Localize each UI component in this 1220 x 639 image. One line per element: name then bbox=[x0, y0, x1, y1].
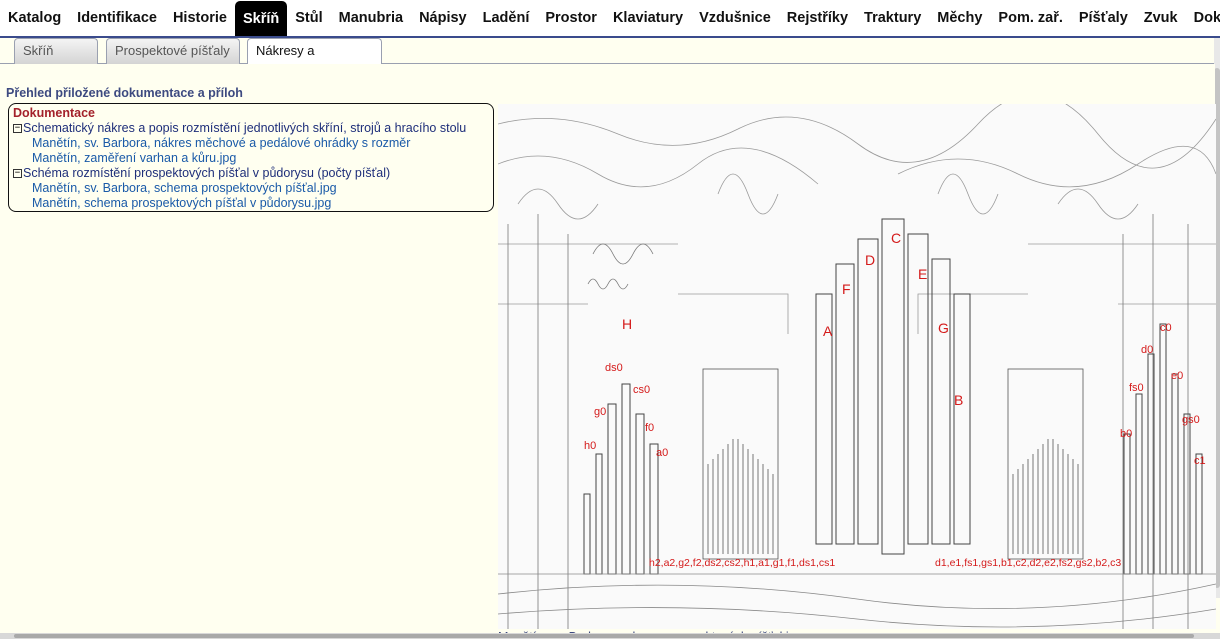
nav-item-traktury[interactable]: Traktury bbox=[856, 1, 929, 35]
pipe-label-b0: b0 bbox=[1120, 428, 1132, 440]
pipe-label-cs0: cs0 bbox=[633, 384, 650, 396]
doc-link[interactable]: Manětín, sv. Barbora, schema prospektový… bbox=[13, 181, 489, 196]
content-area: Přehled přiložené dokumentace a příloh D… bbox=[0, 64, 1216, 639]
pipe-label-b: B bbox=[954, 392, 963, 408]
doc-group-label: Schéma rozmístění prospektových píšťal v… bbox=[23, 166, 391, 180]
doc-group-label: Schematický nákres a popis rozmístění je… bbox=[23, 121, 467, 135]
pipe-label-h: H bbox=[622, 316, 632, 332]
pipe-label-c: C bbox=[891, 230, 901, 246]
nav-item-vzdusnice[interactable]: Vzdušnice bbox=[691, 1, 779, 35]
pipe-label-c1: c1 bbox=[1194, 455, 1206, 467]
tab-prospektove-pistaly[interactable]: Prospektové píšťaly bbox=[106, 38, 240, 64]
nav-item-dokumentace[interactable]: Dokume bbox=[1186, 1, 1220, 35]
doc-group-pipe-layout[interactable]: − Schéma rozmístění prospektových píšťal… bbox=[13, 166, 489, 181]
doc-link[interactable]: Manětín, sv. Barbora, nákres měchové a p… bbox=[13, 136, 489, 151]
horizontal-scrollbar[interactable] bbox=[0, 633, 1220, 639]
tab-skrin[interactable]: Skříň bbox=[14, 38, 98, 64]
main-navigation: Katalog Identifikace Historie Skříň Stůl… bbox=[0, 0, 1220, 38]
nav-item-napisy[interactable]: Nápisy bbox=[411, 1, 475, 35]
pipe-label-d0: d0 bbox=[1141, 344, 1153, 356]
nav-item-ladeni[interactable]: Ladění bbox=[475, 1, 538, 35]
pipe-series-right: d1,e1,fs1,gs1,b1,c2,d2,e2,fs2,gs2,b2,c3 bbox=[935, 557, 1121, 569]
collapse-icon[interactable]: − bbox=[13, 124, 22, 133]
pipe-label-ds0: ds0 bbox=[605, 362, 623, 374]
organ-sketch-image: A B C D E F G H ds0 cs0 g0 f0 h0 a0 c0 d… bbox=[498, 104, 1216, 629]
pipe-label-d: D bbox=[865, 252, 875, 268]
collapse-icon[interactable]: − bbox=[13, 169, 22, 178]
subtab-bar: Skříň Prospektové píšťaly Nákresy a sché… bbox=[0, 38, 1215, 82]
image-preview[interactable]: A B C D E F G H ds0 cs0 g0 f0 h0 a0 c0 d… bbox=[498, 104, 1216, 629]
pipe-series-left: h2,a2,g2,f2,ds2,cs2,h1,a1,g1,f1,ds1,cs1 bbox=[649, 557, 835, 569]
nav-item-klaviatury[interactable]: Klaviatury bbox=[605, 1, 691, 35]
doc-group-schematic[interactable]: − Schematický nákres a popis rozmístění … bbox=[13, 121, 489, 136]
nav-item-prostor[interactable]: Prostor bbox=[537, 1, 605, 35]
nav-item-mechy[interactable]: Měchy bbox=[929, 1, 990, 35]
pipe-label-f: F bbox=[842, 281, 851, 297]
documentation-heading: Dokumentace bbox=[13, 106, 95, 120]
pipe-label-e: E bbox=[918, 266, 927, 282]
pipe-label-g: G bbox=[938, 320, 949, 336]
pipe-label-a: A bbox=[823, 323, 833, 339]
nav-item-historie[interactable]: Historie bbox=[165, 1, 235, 35]
section-title: Přehled přiložené dokumentace a příloh bbox=[6, 86, 243, 100]
nav-item-identifikace[interactable]: Identifikace bbox=[69, 1, 165, 35]
pipe-label-c0: c0 bbox=[1160, 322, 1172, 334]
pipe-label-h0: h0 bbox=[584, 440, 596, 452]
doc-link[interactable]: Manětín, schema prospektových píšťal v p… bbox=[13, 196, 489, 211]
pipe-label-gs0: gs0 bbox=[1182, 414, 1200, 426]
nav-item-manubria[interactable]: Manubria bbox=[331, 1, 411, 35]
nav-item-stul[interactable]: Stůl bbox=[287, 1, 330, 35]
nav-item-skrin[interactable]: Skříň bbox=[234, 1, 288, 36]
tab-nakresy-a-schemata[interactable]: Nákresy a schémata bbox=[247, 38, 382, 82]
doc-link[interactable]: Manětín, zaměření varhan a kůru.jpg bbox=[13, 151, 489, 166]
nav-item-katalog[interactable]: Katalog bbox=[0, 1, 69, 35]
nav-item-zvuk[interactable]: Zvuk bbox=[1136, 1, 1186, 35]
nav-item-pistaly[interactable]: Píšťaly bbox=[1071, 1, 1136, 35]
nav-item-rejstriky[interactable]: Rejstříky bbox=[779, 1, 856, 35]
pipe-label-g0: g0 bbox=[594, 406, 606, 418]
pipe-label-a0: a0 bbox=[656, 447, 668, 459]
documentation-panel: Dokumentace − Schematický nákres a popis… bbox=[8, 103, 494, 212]
scrollbar-thumb[interactable] bbox=[14, 634, 1194, 638]
nav-item-pom-zar[interactable]: Pom. zař. bbox=[990, 1, 1070, 35]
pipe-label-f0: f0 bbox=[645, 422, 654, 434]
pipe-label-fs0: fs0 bbox=[1129, 382, 1144, 394]
pipe-label-e0: e0 bbox=[1171, 370, 1183, 382]
